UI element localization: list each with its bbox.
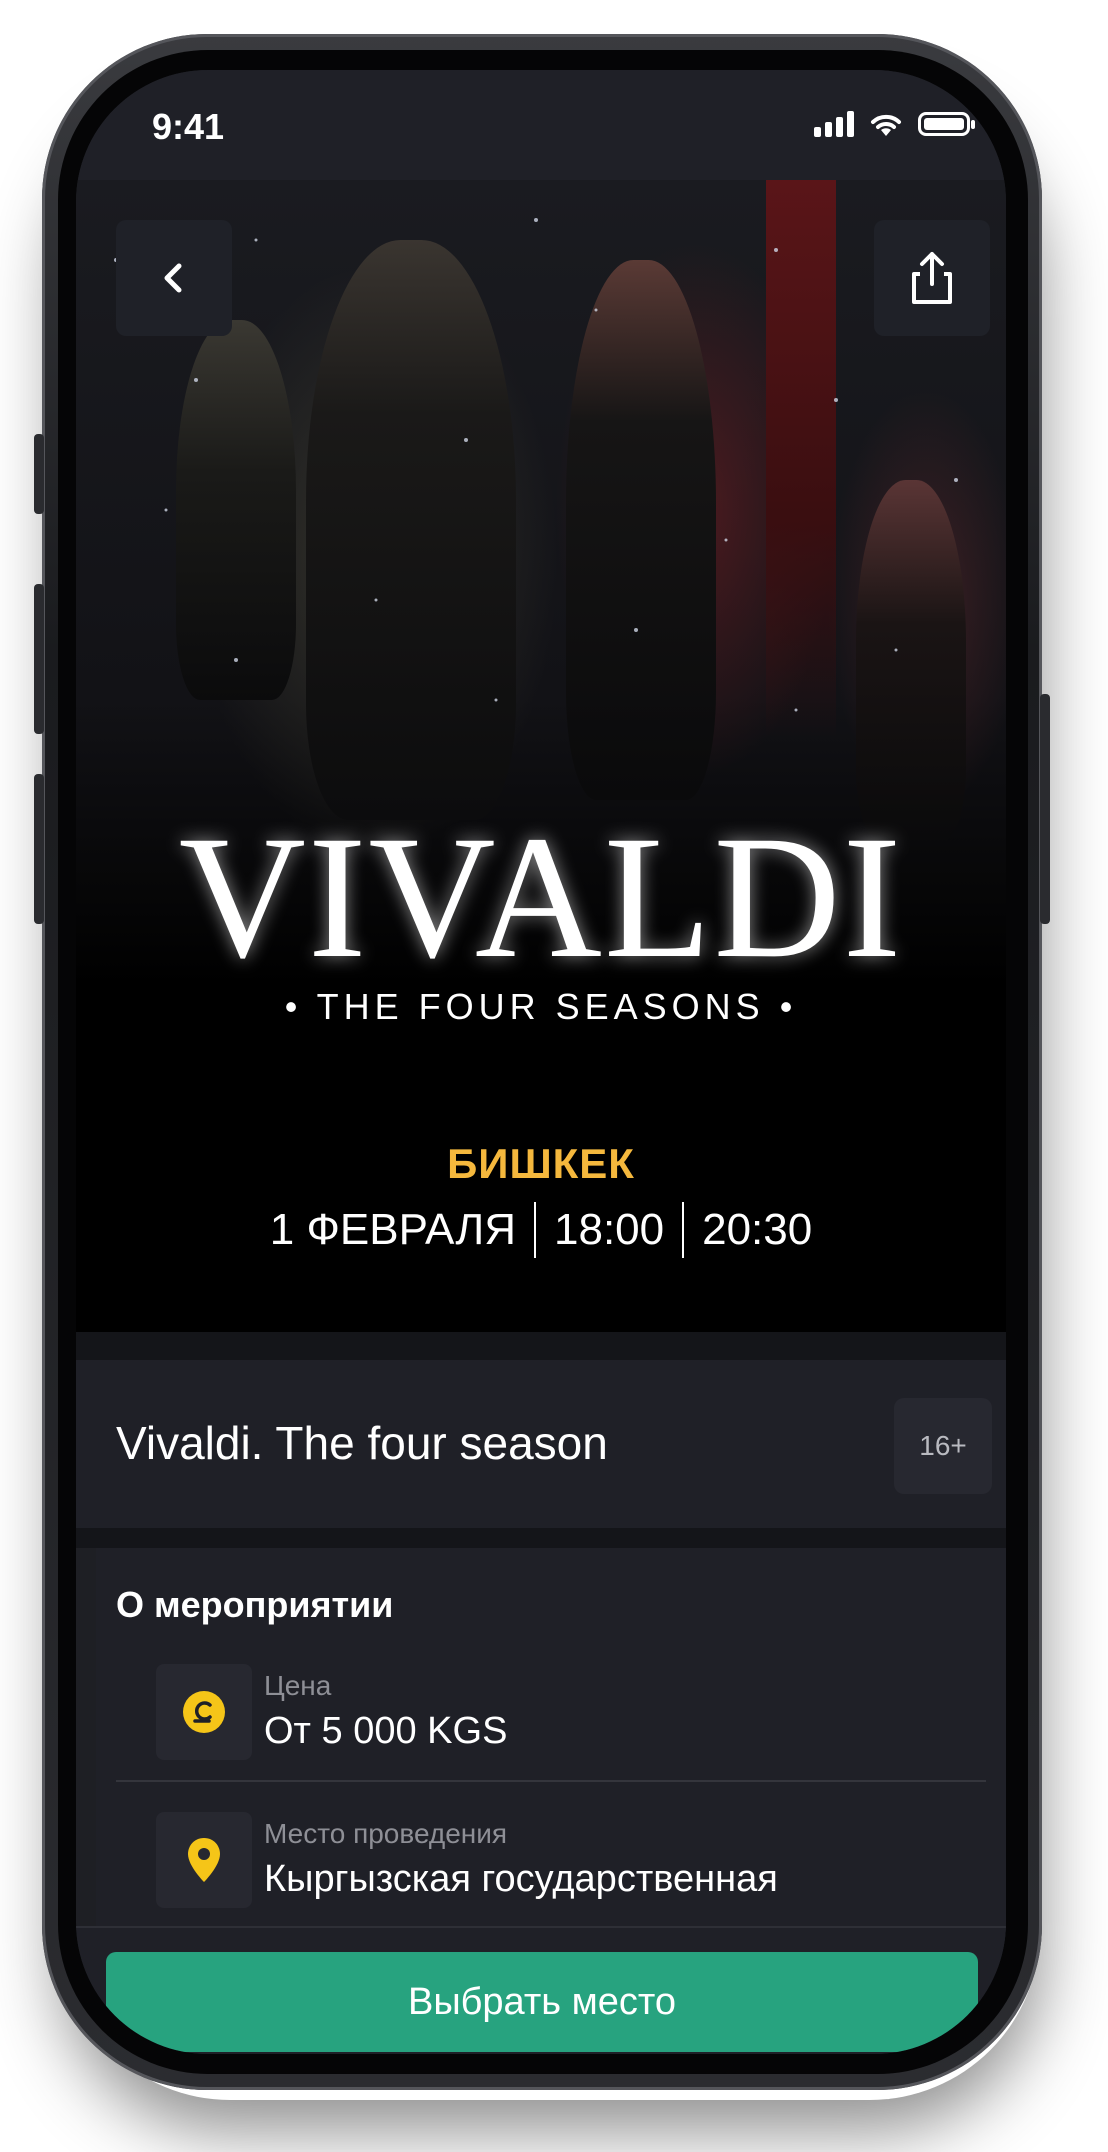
event-city: БИШКЕК (447, 1140, 635, 1187)
price-value: От 5 000 KGS (264, 1710, 508, 1752)
side-button (1040, 694, 1050, 924)
share-button[interactable] (874, 220, 990, 336)
divider (116, 1780, 986, 1782)
price-label: Цена (264, 1670, 332, 1701)
cellular-signal-icon (814, 111, 854, 137)
venue-icon-box (156, 1812, 252, 1908)
about-section: О мероприятии Цена От 5 000 KGS Место пр… (96, 1548, 1006, 1958)
back-button[interactable] (116, 220, 232, 336)
age-rating-badge: 16+ (894, 1398, 992, 1494)
side-button (34, 774, 44, 924)
status-time: 9:41 (152, 106, 225, 147)
price-icon-box (156, 1664, 252, 1760)
side-button (34, 584, 44, 734)
event-time: 18:00 (554, 1205, 665, 1254)
status-icons (814, 110, 975, 138)
chevron-left-icon (164, 263, 182, 293)
map-pin-icon (188, 1838, 220, 1882)
poster-subtitle: • THE FOUR SEASONS • (284, 986, 798, 1027)
event-title: Vivaldi. The four season (116, 1417, 608, 1469)
choose-seat-button[interactable]: Выбрать место (106, 1952, 978, 2052)
price-row: Цена От 5 000 KGS (116, 1648, 986, 1788)
share-icon (912, 252, 952, 304)
event-date: 1 ФЕВРАЛЯ (269, 1205, 516, 1254)
bottom-action-bar: Выбрать место (76, 1926, 1006, 2054)
poster-title: VIVALDI (178, 800, 904, 995)
som-currency-icon (183, 1691, 225, 1733)
section-title: О мероприятии (116, 1584, 394, 1625)
app-screen: 9:41 VIVALDI • THE FOUR SEASONS • БИШКЕК… (76, 70, 1006, 2054)
event-poster: VIVALDI • THE FOUR SEASONS • БИШКЕК 1 ФЕ… (76, 180, 1006, 1332)
event-schedule: 1 ФЕВРАЛЯ 18:00 20:30 (76, 1202, 1006, 1258)
divider (682, 1202, 685, 1258)
divider (534, 1202, 536, 1258)
battery-icon (918, 112, 975, 136)
side-button (34, 434, 44, 514)
venue-label: Место проведения (264, 1818, 508, 1849)
section-gap (76, 1528, 1006, 1548)
venue-value: Кыргызская государственная (264, 1858, 778, 1900)
venue-row[interactable]: Место проведения Кыргызская государствен… (116, 1796, 986, 1936)
status-bar: 9:41 (76, 70, 1006, 180)
event-header: Vivaldi. The four season 16+ (76, 1360, 1006, 1528)
wifi-icon (871, 114, 901, 136)
section-gap (76, 1332, 1006, 1360)
event-time: 20:30 (702, 1205, 813, 1254)
